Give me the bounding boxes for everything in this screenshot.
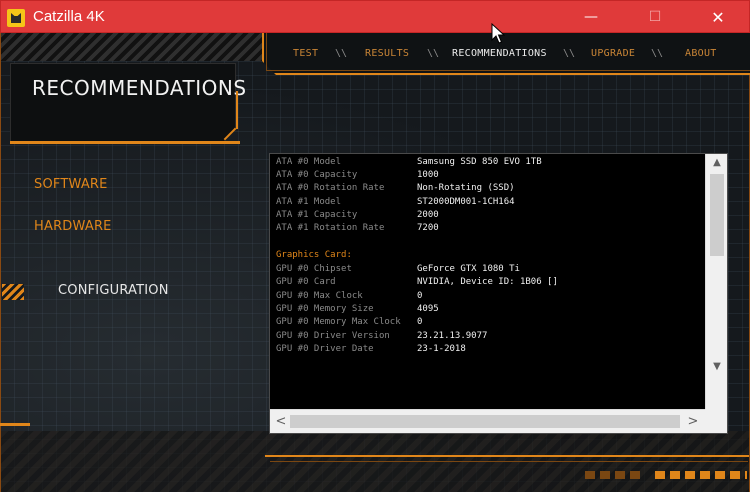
detail-key: ATA #1 Capacity — [276, 210, 358, 220]
vertical-scrollbar[interactable]: ▲ ▼ — [705, 154, 727, 410]
nav-tab-about[interactable]: ABOUT — [685, 48, 717, 59]
detail-value: 23.21.13.9077 — [417, 331, 488, 341]
decorative-slots-dim — [585, 471, 645, 479]
nav-separator: \\ — [563, 48, 576, 59]
scroll-down-icon[interactable]: ▼ — [706, 358, 728, 376]
detail-key: GPU #0 Memory Max Clock — [276, 317, 401, 327]
detail-value: 0 — [417, 317, 423, 327]
sidebar-item-software[interactable]: SOFTWARE — [34, 177, 108, 192]
decorative-slots — [655, 471, 747, 479]
detail-value: 0 — [417, 291, 423, 301]
decorative-frame-line — [265, 455, 749, 457]
detail-value: Samsung SSD 850 EVO 1TB — [417, 157, 542, 167]
detail-value: Non-Rotating (SSD) — [417, 183, 515, 193]
detail-key: GPU #0 Memory Size — [276, 304, 374, 314]
nav-separator: \\ — [427, 48, 440, 59]
scroll-up-icon[interactable]: ▲ — [706, 154, 728, 172]
detail-key: GPU #0 Max Clock — [276, 291, 363, 301]
detail-value: NVIDIA, Device ID: 1B06 [] — [417, 277, 558, 287]
horizontal-scroll-thumb[interactable] — [290, 415, 680, 428]
detail-value: 7200 — [417, 223, 439, 233]
decorative-left-bar — [0, 423, 30, 426]
nav-tab-test[interactable]: TEST — [293, 48, 318, 59]
active-item-marker — [2, 284, 24, 300]
scrollbar-corner — [705, 409, 727, 433]
header-underline — [10, 141, 240, 144]
graphics-card-heading: Graphics Card: — [276, 250, 352, 260]
detail-key: GPU #0 Driver Version — [276, 331, 390, 341]
header-side-line — [236, 91, 238, 129]
detail-key: GPU #0 Card — [276, 277, 336, 287]
horizontal-scrollbar[interactable]: < > — [270, 409, 706, 433]
nav-tab-results[interactable]: RESULTS — [365, 48, 409, 59]
detail-value: 23-1-2018 — [417, 344, 466, 354]
details-panel: ATA #0 Model Samsung SSD 850 EVO 1TB ATA… — [269, 153, 728, 434]
scroll-left-icon[interactable]: < — [272, 410, 290, 434]
vertical-scroll-thumb[interactable] — [710, 174, 724, 256]
detail-key: ATA #0 Rotation Rate — [276, 183, 385, 193]
detail-value: GeForce GTX 1080 Ti — [417, 264, 520, 274]
decorative-frame-line-inner — [270, 461, 748, 462]
minimize-button[interactable]: — — [568, 1, 614, 34]
nav-separator: \\ — [335, 48, 348, 59]
decorative-hatch-top — [0, 33, 262, 61]
detail-value: 4095 — [417, 304, 439, 314]
scroll-right-icon[interactable]: > — [684, 410, 702, 434]
close-button[interactable]: ✕ — [695, 1, 741, 34]
detail-key: ATA #0 Capacity — [276, 170, 358, 180]
detail-key: ATA #0 Model — [276, 157, 342, 167]
detail-value: ST2000DM001-1CH164 — [417, 197, 515, 207]
section-title: RECOMMENDATIONS — [32, 76, 247, 100]
section-header-box — [10, 63, 236, 143]
detail-value: 2000 — [417, 210, 439, 220]
details-list: ATA #0 Model Samsung SSD 850 EVO 1TB ATA… — [270, 154, 706, 410]
mouse-cursor-icon — [491, 23, 505, 44]
window-title: Catzilla 4K — [33, 8, 105, 25]
title-bar: Catzilla 4K — ☐ ✕ — [0, 0, 750, 33]
catzilla-app-icon — [7, 9, 25, 27]
detail-key: GPU #0 Driver Date — [276, 344, 374, 354]
sidebar-item-hardware[interactable]: HARDWARE — [34, 219, 112, 234]
app-main: TEST \\ RESULTS \\ RECOMMENDATIONS \\ UP… — [0, 33, 750, 492]
nav-tab-recommendations[interactable]: RECOMMENDATIONS — [452, 48, 547, 59]
detail-key: GPU #0 Chipset — [276, 264, 352, 274]
nav-tab-upgrade[interactable]: UPGRADE — [591, 48, 635, 59]
maximize-button[interactable]: ☐ — [632, 1, 678, 34]
nav-separator: \\ — [651, 48, 664, 59]
sidebar-item-configuration[interactable]: CONFIGURATION — [58, 283, 169, 298]
detail-value: 1000 — [417, 170, 439, 180]
detail-key: ATA #1 Rotation Rate — [276, 223, 385, 233]
detail-key: ATA #1 Model — [276, 197, 342, 207]
